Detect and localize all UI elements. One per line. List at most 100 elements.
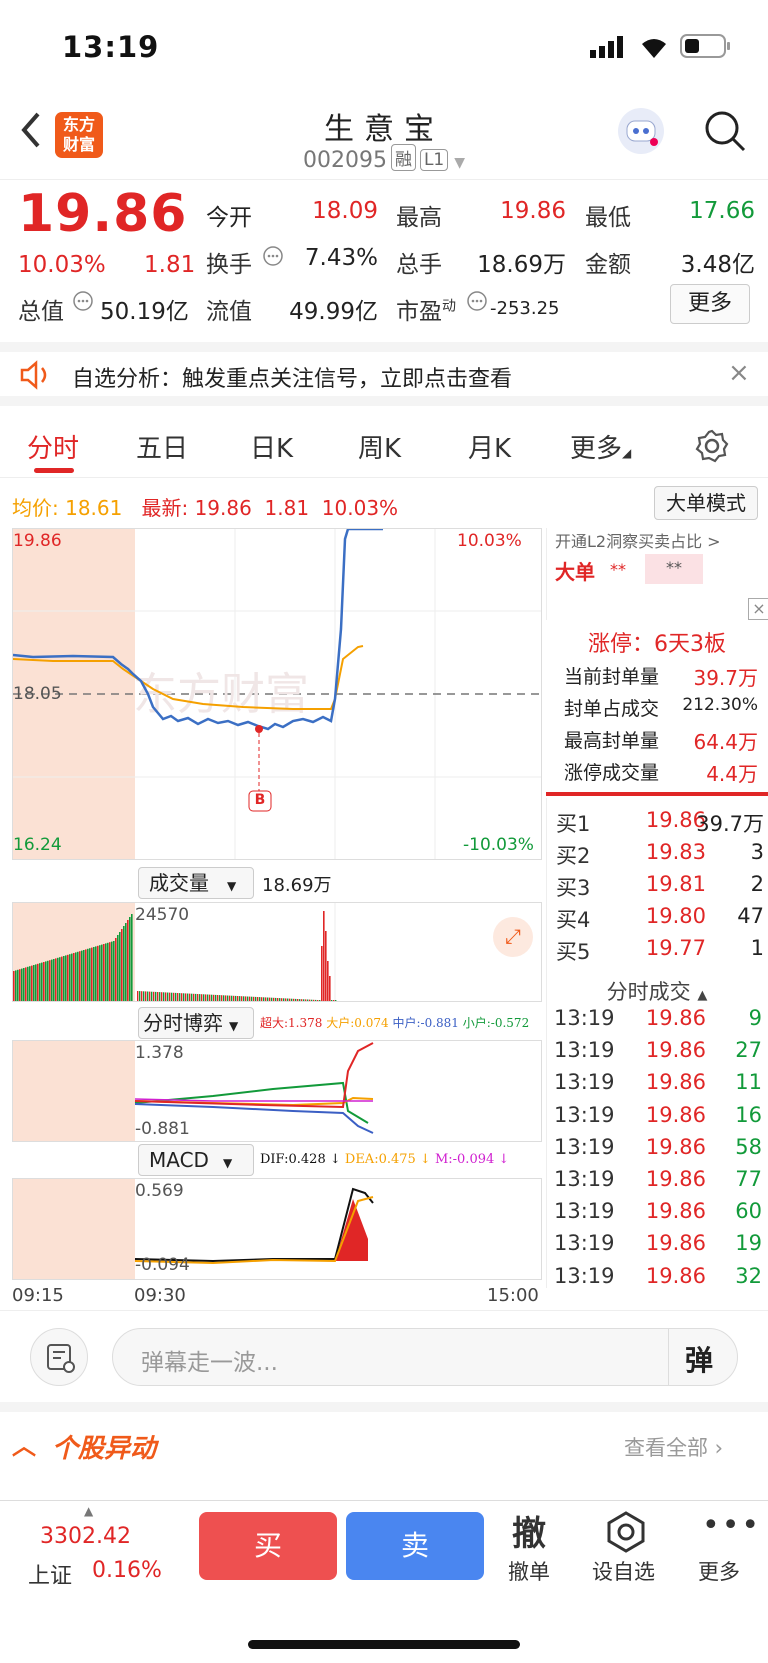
sell-button[interactable]: 卖 — [346, 1512, 484, 1580]
bid-row[interactable]: 买3 19.81 2 — [546, 872, 768, 904]
time-axis-start: 09:15 — [12, 1285, 64, 1306]
volume-bar — [269, 997, 271, 1001]
volume-bar — [33, 965, 35, 1001]
stock-header: 东方 财富 生意宝 002095 融 L1 ▼ — [0, 98, 768, 180]
volume-bar — [71, 953, 73, 1001]
danmu-settings-icon[interactable] — [30, 1328, 88, 1386]
view-all-link[interactable]: 查看全部 › — [624, 1432, 723, 1462]
stock-alert-section[interactable]: ︿ 个股异动 查看全部 › — [0, 1402, 768, 1482]
close-popup-icon[interactable]: × — [748, 598, 768, 620]
volume-bar — [181, 993, 183, 1001]
volume-bar — [119, 932, 121, 1001]
volume-indicator-select[interactable]: 成交量 ▼ — [138, 867, 254, 899]
info-icon[interactable] — [262, 245, 284, 267]
home-indicator — [248, 1640, 520, 1649]
volume-bar — [249, 996, 251, 1001]
danmu-input[interactable]: 弹幕走一波... 弹 — [112, 1328, 738, 1386]
limit-up-title: 涨停：6天3板 — [588, 632, 726, 657]
volume-bar — [333, 1000, 335, 1001]
volume-bar — [161, 992, 163, 1001]
volume-axis-max: 24570 — [135, 905, 190, 925]
volume-bar — [91, 947, 93, 1001]
volume-label: 总手 — [396, 252, 442, 278]
danmu-placeholder: 弹幕走一波... — [141, 1350, 278, 1376]
bid-level: 买4 — [556, 908, 591, 932]
volume-bar — [73, 953, 75, 1001]
volume-bar — [183, 993, 185, 1001]
more-dots-icon[interactable]: ••• — [702, 1508, 761, 1543]
volume-bar — [61, 956, 63, 1001]
volume-bar — [297, 999, 299, 1001]
robot-assistant-icon[interactable] — [618, 108, 664, 154]
tab-more[interactable]: 更多◢ — [570, 428, 631, 465]
price-chart[interactable]: 东方财富 19.86 18.05 16.24 10.03% -10.03% B — [12, 527, 542, 860]
trade-price: 19.86 — [645, 1102, 706, 1127]
bid-price: 19.83 — [645, 840, 706, 864]
big-order-mode-button[interactable]: 大单模式 — [654, 486, 758, 520]
close-icon[interactable]: × — [728, 358, 750, 388]
game-lines — [13, 1041, 374, 1141]
danmu-toggle-button[interactable]: 弹 — [685, 1339, 713, 1379]
volume-bar — [121, 929, 123, 1001]
volume-bar — [261, 997, 263, 1001]
chevron-up-icon[interactable]: ︿ — [12, 1426, 36, 1461]
info-icon[interactable] — [466, 290, 488, 312]
pct-axis-max: 10.03% — [457, 531, 522, 551]
tab-monthly[interactable]: 月K — [468, 428, 511, 465]
bid-row[interactable]: 买4 19.80 47 — [546, 904, 768, 936]
trades-title[interactable]: 分时成交 ▲ — [546, 976, 768, 1006]
index-value[interactable]: 3302.42 — [40, 1524, 131, 1549]
macd-indicator-select[interactable]: MACD ▼ — [138, 1144, 254, 1176]
l2-promo-link[interactable]: 开通L2洞察买卖占比 > — [555, 528, 765, 552]
tab-daily[interactable]: 日K — [250, 428, 293, 465]
cancel-order-icon[interactable]: 撤 — [512, 1506, 546, 1555]
volume-bar — [189, 993, 191, 1001]
settings-gear-icon[interactable] — [694, 428, 730, 464]
search-icon[interactable] — [702, 108, 748, 154]
bid-row[interactable]: 买2 19.83 3 — [546, 840, 768, 872]
notice-bar[interactable]: 自选分析：触发重点关注信号，立即点击查看 × — [0, 342, 768, 406]
expand-icon[interactable]: ⤢ — [493, 917, 533, 957]
volume-bar — [221, 995, 223, 1001]
trade-price: 19.86 — [645, 1167, 706, 1191]
volume-bars — [13, 903, 337, 1001]
turnover-value: 7.43% — [304, 245, 378, 271]
volume-bar — [101, 944, 103, 1001]
volume-bar — [311, 999, 313, 1001]
tab-five-day[interactable]: 五日 — [136, 428, 188, 465]
volume-bar — [35, 964, 37, 1001]
tab-weekly[interactable]: 周K — [358, 428, 401, 465]
buy-signal-marker[interactable]: B — [249, 792, 271, 808]
tab-intraday[interactable]: 分时 — [27, 428, 79, 465]
volume-bar — [153, 991, 155, 1001]
trade-price: 19.86 — [645, 1006, 706, 1030]
svg-text:东方财富: 东方财富 — [133, 669, 309, 720]
volume-bar — [157, 992, 159, 1001]
add-favorite-icon[interactable] — [604, 1510, 648, 1554]
game-chart[interactable]: 1.378 -0.881 — [12, 1040, 542, 1142]
turnover-label: 换手 — [206, 252, 252, 278]
bid-row[interactable]: 买1 19.86 39.7万 — [546, 808, 768, 840]
trade-row: 13:19 19.86 32 — [546, 1264, 768, 1296]
game-indicator-select[interactable]: 分时博弈 ▼ — [138, 1007, 254, 1039]
volume-bar — [59, 957, 61, 1001]
macd-chart[interactable]: 0.569 -0.094 — [12, 1178, 542, 1280]
volume-bar — [21, 968, 23, 1001]
float-cap-label: 流值 — [206, 299, 252, 325]
volume-bar — [53, 959, 55, 1001]
open-value: 18.09 — [312, 198, 378, 224]
speaker-icon — [20, 360, 47, 390]
buy-button[interactable]: 买 — [199, 1512, 337, 1580]
volume-bar — [327, 961, 329, 1001]
volume-chart[interactable]: 24570 ⤢ — [12, 902, 542, 1002]
bid-quantity: 39.7万 — [696, 812, 764, 836]
info-icon[interactable] — [72, 290, 94, 312]
volume-bar — [29, 966, 31, 1001]
more-quote-button[interactable]: 更多 — [670, 284, 750, 324]
trade-time: 13:19 — [554, 1263, 615, 1288]
bid-row[interactable]: 买5 19.77 1 — [546, 936, 768, 968]
signal-icon — [590, 36, 623, 58]
limit-row-value: 64.4万 — [693, 730, 758, 754]
volume-bar — [139, 991, 141, 1001]
trade-price: 19.86 — [645, 1038, 706, 1063]
